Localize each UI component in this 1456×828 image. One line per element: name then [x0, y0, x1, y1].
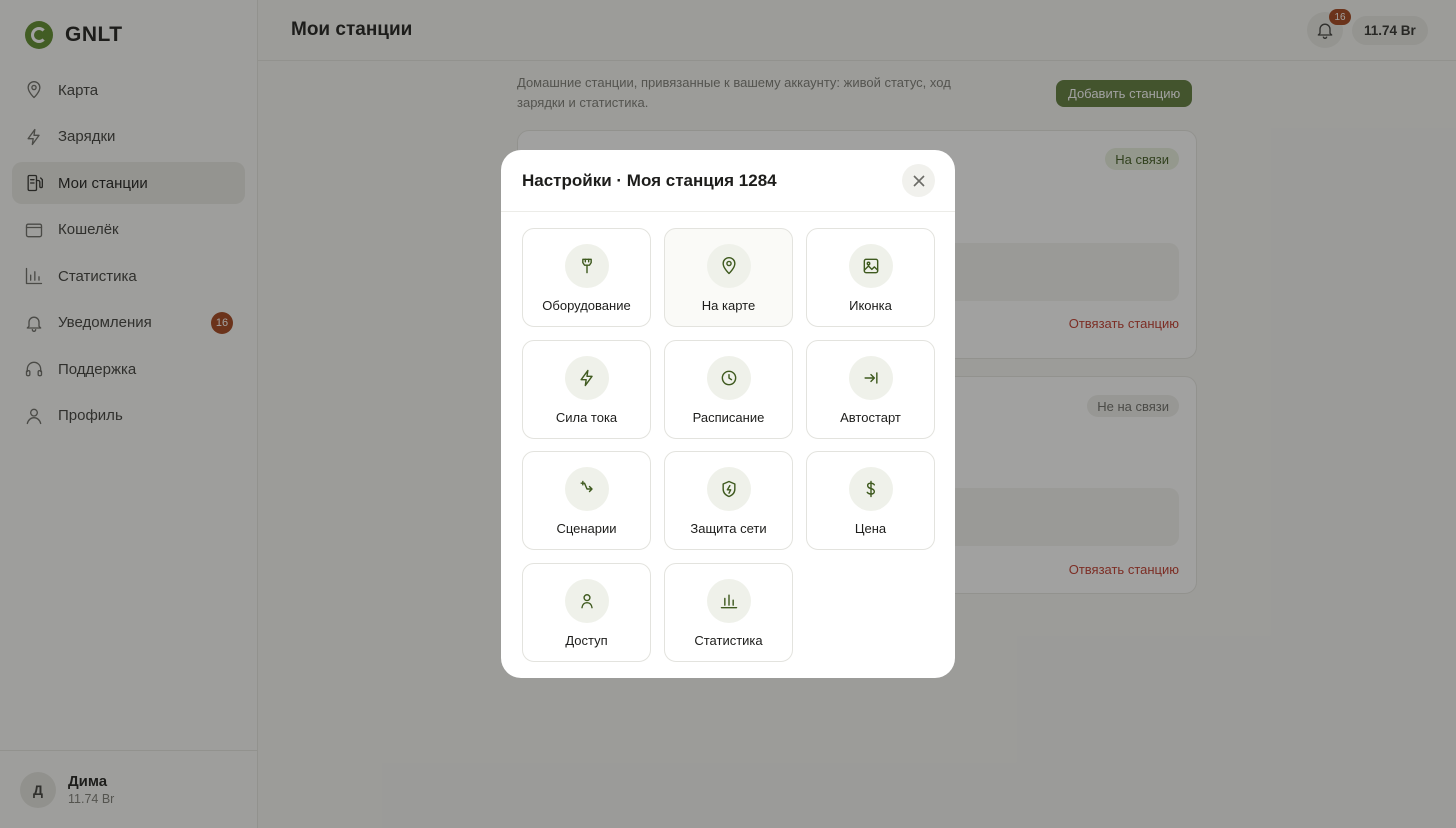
dollar-icon — [848, 467, 893, 511]
arrow-to-line-icon — [848, 355, 893, 400]
plug-icon — [564, 244, 609, 288]
tile-scenarios[interactable]: Сценарии — [522, 451, 651, 550]
image-icon — [848, 244, 893, 288]
map-pin-icon — [706, 244, 751, 288]
tile-label: Сила тока — [555, 409, 618, 425]
tile-schedule[interactable]: Расписание — [664, 339, 793, 439]
tile-label: Защита сети — [690, 521, 767, 536]
bar-chart-icon — [706, 578, 751, 623]
close-icon — [912, 174, 925, 187]
tile-equipment[interactable]: Оборудование — [522, 228, 651, 327]
settings-modal: Настройки · Моя станция 1284 Оборудовани… — [501, 150, 955, 678]
tile-autostart[interactable]: Автостарт — [806, 339, 935, 439]
tile-on-map[interactable]: На карте — [664, 228, 793, 327]
tile-statistics[interactable]: Статистика — [664, 562, 793, 662]
clock-icon — [706, 355, 751, 400]
tile-label: Расписание — [692, 409, 765, 425]
tile-label: Иконка — [849, 298, 892, 313]
tile-label: Статистика — [694, 632, 763, 648]
tile-icon-settings[interactable]: Иконка — [806, 228, 935, 327]
settings-tiles: Оборудование На карте Иконка Сила тока Р… — [522, 228, 935, 662]
route-icon — [564, 467, 609, 511]
tile-current[interactable]: Сила тока — [522, 339, 651, 439]
tile-label: На карте — [701, 298, 756, 313]
modal-title: Настройки · Моя станция 1284 — [522, 171, 777, 190]
tile-label: Цена — [854, 521, 887, 536]
tile-label: Оборудование — [542, 298, 631, 313]
tile-label: Автостарт — [840, 409, 901, 425]
close-button[interactable] — [902, 164, 935, 197]
lightning-icon — [564, 355, 609, 400]
person-icon — [564, 578, 609, 623]
tile-access[interactable]: Доступ — [522, 562, 651, 662]
tile-price[interactable]: Цена — [806, 451, 935, 550]
tile-label: Сценарии — [556, 521, 617, 536]
shield-bolt-icon — [706, 467, 751, 511]
modal-header: Настройки · Моя станция 1284 — [501, 150, 955, 212]
tile-label: Доступ — [565, 632, 608, 648]
tile-grid-protection[interactable]: Защита сети — [664, 451, 793, 550]
